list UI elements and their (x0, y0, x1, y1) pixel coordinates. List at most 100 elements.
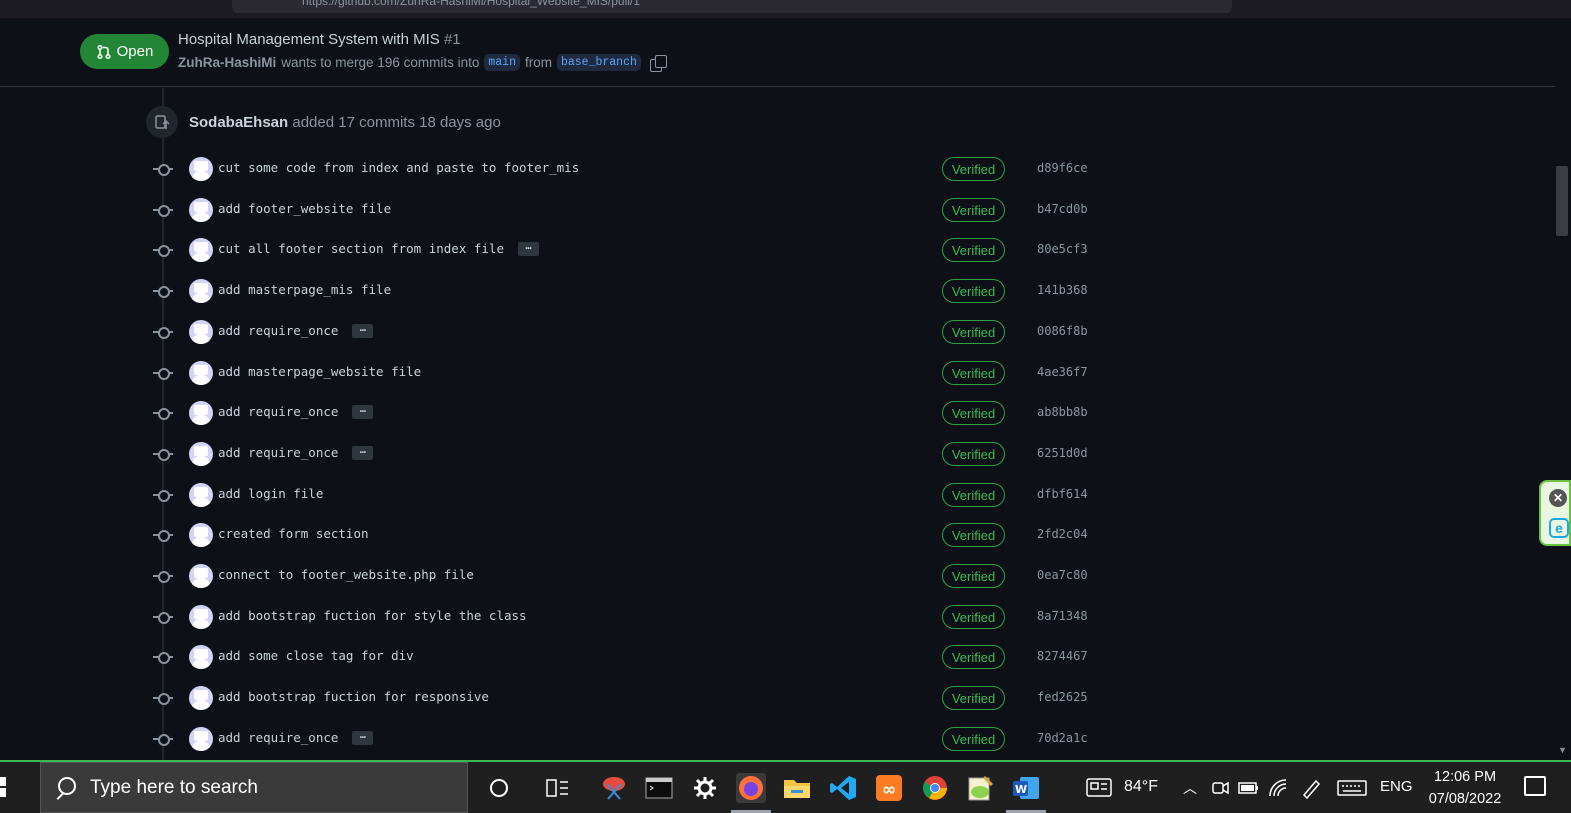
commit-message-link[interactable]: cut all footer section from index file (218, 241, 504, 256)
copy-icon[interactable] (649, 54, 667, 72)
firefox-icon[interactable] (736, 773, 766, 803)
verified-badge[interactable]: Verified (942, 320, 1005, 344)
avatar[interactable] (189, 727, 213, 751)
keyboard-icon[interactable] (1337, 773, 1367, 803)
verified-badge[interactable]: Verified (942, 238, 1005, 262)
avatar[interactable] (189, 320, 213, 344)
settings-gear-icon[interactable] (690, 773, 720, 803)
system-clock[interactable]: 12:06 PM 07/08/2022 (1420, 766, 1510, 810)
chrome-icon[interactable] (920, 773, 950, 803)
taskbar-search[interactable]: Type here to search (40, 762, 468, 813)
expand-commit-button[interactable]: … (352, 730, 374, 745)
head-branch[interactable]: base_branch (556, 54, 641, 71)
avatar[interactable] (189, 238, 213, 262)
scrollbar-thumb[interactable] (1556, 166, 1568, 236)
commit-message-link[interactable]: add require_once (218, 323, 338, 338)
avatar[interactable] (189, 442, 213, 466)
verified-badge[interactable]: Verified (942, 523, 1005, 547)
verified-badge[interactable]: Verified (942, 279, 1005, 303)
commit-message-link[interactable]: add bootstrap fuction for responsive (218, 689, 489, 704)
page-scrollbar[interactable] (1555, 18, 1571, 760)
commit-message-link[interactable]: add bootstrap fuction for style the clas… (218, 608, 527, 623)
commit-message-link[interactable]: add some close tag for div (218, 648, 414, 663)
verified-badge[interactable]: Verified (942, 157, 1005, 181)
verified-badge[interactable]: Verified (942, 686, 1005, 710)
commit-sha-link[interactable]: b47cd0b (1037, 202, 1088, 216)
expand-commit-button[interactable]: … (352, 445, 374, 460)
avatar[interactable] (189, 157, 213, 181)
verified-badge[interactable]: Verified (942, 361, 1005, 385)
expand-commit-button[interactable]: … (352, 323, 374, 338)
terminal-icon[interactable] (644, 773, 674, 803)
extension-e-icon[interactable]: e (1549, 518, 1569, 538)
pr-author-link[interactable]: ZuhRa-HashiMi (178, 55, 276, 70)
snipping-tool-icon[interactable] (599, 773, 629, 803)
verified-badge[interactable]: Verified (942, 645, 1005, 669)
meet-now-icon[interactable] (1205, 773, 1235, 803)
avatar[interactable] (189, 645, 213, 669)
commit-sha-link[interactable]: ab8bb8b (1037, 405, 1088, 419)
commit-sha-link[interactable]: 141b368 (1037, 283, 1088, 297)
commit-sha-link[interactable]: fed2625 (1037, 690, 1088, 704)
avatar[interactable] (189, 483, 213, 507)
pen-icon[interactable] (1296, 773, 1326, 803)
expand-commit-button[interactable]: … (352, 404, 374, 419)
verified-badge[interactable]: Verified (942, 727, 1005, 751)
avatar[interactable] (189, 361, 213, 385)
commit-sha-link[interactable]: 0ea7c80 (1037, 568, 1088, 582)
file-explorer-icon[interactable] (782, 773, 812, 803)
avatar[interactable] (189, 279, 213, 303)
commit-sha-link[interactable]: 0086f8b (1037, 324, 1088, 338)
commit-message-link[interactable]: add require_once (218, 730, 338, 745)
commit-message-link[interactable]: add footer_website file (218, 201, 391, 216)
verified-badge[interactable]: Verified (942, 442, 1005, 466)
windows-start-icon[interactable] (0, 775, 24, 799)
cortana-icon[interactable] (484, 773, 514, 803)
commit-message-link[interactable]: created form section (218, 526, 369, 541)
commit-sha-link[interactable]: 2fd2c04 (1037, 527, 1088, 541)
extension-side-widget[interactable]: ✕ e (1539, 480, 1571, 546)
commit-message-link[interactable]: add masterpage_website file (218, 364, 421, 379)
commit-sha-link[interactable]: 80e5cf3 (1037, 242, 1088, 256)
notepad-plus-icon[interactable] (965, 773, 995, 803)
weather-temperature[interactable]: 84°F (1124, 778, 1158, 796)
commit-message-link[interactable]: add require_once (218, 445, 338, 460)
commit-message-link[interactable]: connect to footer_website.php file (218, 567, 474, 582)
input-language[interactable]: ENG (1380, 778, 1413, 795)
avatar[interactable] (189, 605, 213, 629)
avatar[interactable] (189, 198, 213, 222)
battery-icon[interactable] (1234, 773, 1264, 803)
commit-sha-link[interactable]: 70d2a1c (1037, 731, 1088, 745)
commit-message-link[interactable]: add login file (218, 486, 323, 501)
avatar[interactable] (189, 686, 213, 710)
commit-sha-link[interactable]: dfbf614 (1037, 487, 1088, 501)
word-icon[interactable]: W (1011, 773, 1041, 803)
close-icon[interactable]: ✕ (1549, 489, 1567, 507)
commit-sha-link[interactable]: 4ae36f7 (1037, 365, 1088, 379)
commit-sha-link[interactable]: 8274467 (1037, 649, 1088, 663)
avatar[interactable] (189, 523, 213, 547)
avatar[interactable] (189, 564, 213, 588)
commit-sha-link[interactable]: 6251d0d (1037, 446, 1088, 460)
avatar[interactable] (189, 401, 213, 425)
commit-sha-link[interactable]: d89f6ce (1037, 161, 1088, 175)
news-weather-icon[interactable] (1085, 773, 1115, 803)
event-actor-link[interactable]: SodabaEhsan (189, 114, 288, 131)
base-branch[interactable]: main (484, 54, 520, 71)
verified-badge[interactable]: Verified (942, 564, 1005, 588)
expand-commit-button[interactable]: … (517, 241, 539, 256)
scroll-down-arrow-icon[interactable]: ▼ (1558, 745, 1567, 755)
task-view-icon[interactable] (543, 773, 573, 803)
verified-badge[interactable]: Verified (942, 401, 1005, 425)
wifi-icon[interactable] (1264, 773, 1294, 803)
chevron-up-icon[interactable]: ︿ (1175, 773, 1205, 803)
notification-icon[interactable] (1524, 776, 1546, 796)
verified-badge[interactable]: Verified (942, 605, 1005, 629)
commit-sha-link[interactable]: 8a71348 (1037, 609, 1088, 623)
commit-message-link[interactable]: add masterpage_mis file (218, 282, 391, 297)
xampp-icon[interactable]: ∞ (874, 773, 904, 803)
commit-message-link[interactable]: cut some code from index and paste to fo… (218, 160, 579, 175)
address-bar[interactable]: https://github.com/ZuhRa-HashiMi/Hospita… (232, 0, 1232, 13)
vscode-icon[interactable] (828, 773, 858, 803)
verified-badge[interactable]: Verified (942, 198, 1005, 222)
